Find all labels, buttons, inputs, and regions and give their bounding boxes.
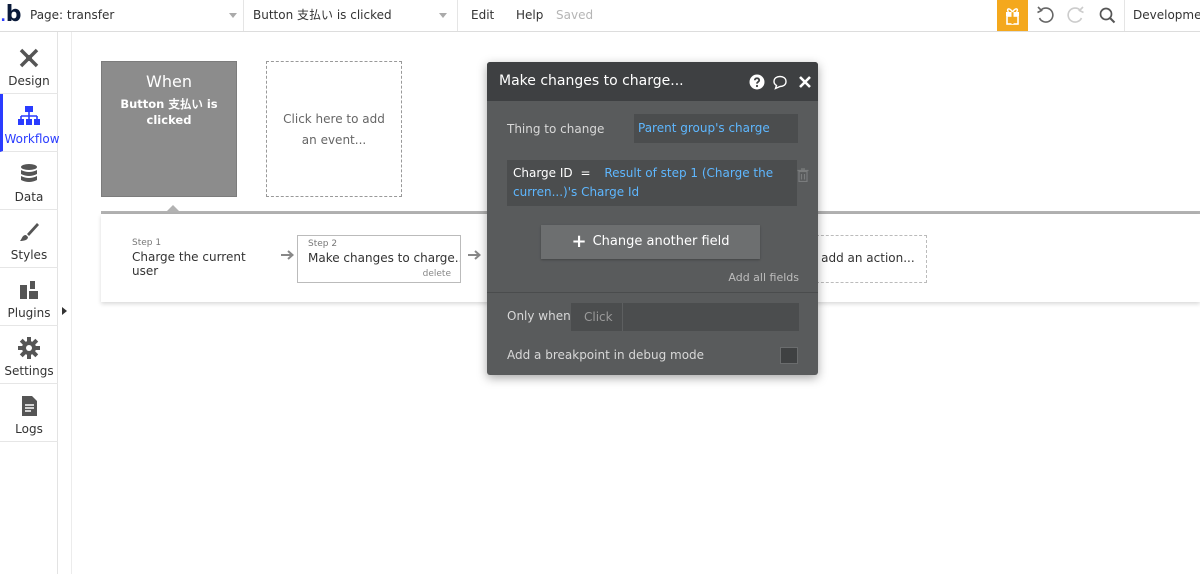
- gift-button[interactable]: [997, 0, 1028, 31]
- arrow-right-icon: [281, 250, 295, 260]
- sidebar-item-label: Workflow: [4, 132, 60, 146]
- close-icon[interactable]: [797, 74, 813, 90]
- step-number: Step 2: [308, 239, 338, 249]
- debug-breakpoint-checkbox[interactable]: [780, 347, 798, 364]
- step-label: Make changes to charge...: [308, 251, 461, 265]
- comment-icon[interactable]: [772, 74, 788, 90]
- left-sidebar: Design Workflow Data Styles Plugins Sett…: [0, 32, 60, 574]
- event-selector[interactable]: Button 支払い is clicked: [244, 0, 458, 31]
- page-selector[interactable]: Page: transfer: [22, 0, 244, 31]
- gear-icon: [18, 337, 40, 359]
- step-2[interactable]: Step 2 Make changes to charge... delete: [297, 235, 461, 283]
- only-when-placeholder: Click: [571, 303, 623, 331]
- only-when-label: Only when: [507, 309, 571, 323]
- add-event-button[interactable]: Click here to add an event...: [266, 61, 402, 197]
- help-icon[interactable]: [749, 74, 765, 90]
- edit-menu[interactable]: Edit: [471, 0, 494, 31]
- search-button[interactable]: [1093, 0, 1123, 31]
- top-bar: .b Page: transfer Button 支払い is clicked …: [0, 0, 1200, 32]
- plus-icon: +: [571, 231, 587, 252]
- sidebar-item-settings[interactable]: Settings: [0, 326, 58, 384]
- change-another-field-label: Change another field: [592, 234, 730, 249]
- event-card-title: When: [146, 72, 192, 91]
- add-all-fields-link[interactable]: Add all fields: [728, 271, 799, 284]
- sidebar-item-label: Settings: [4, 364, 54, 378]
- delete-step-link[interactable]: delete: [423, 269, 451, 279]
- event-card[interactable]: When Button 支払い is clicked: [101, 61, 237, 197]
- add-action-label: Click here to add an action...: [816, 251, 915, 265]
- sidebar-item-workflow[interactable]: Workflow: [0, 94, 60, 152]
- environment-selector[interactable]: Development: [1124, 0, 1200, 31]
- event-selector-label: Button 支払い is clicked: [253, 8, 392, 22]
- chevron-down-icon: [229, 13, 237, 18]
- undo-icon: [1037, 6, 1054, 23]
- document-icon: [22, 396, 37, 416]
- add-action-button[interactable]: Click here to add an action...: [816, 235, 927, 283]
- sidebar-item-label: Data: [14, 190, 44, 204]
- step-label: Charge the current user: [132, 250, 246, 278]
- divider: [487, 292, 818, 293]
- field-assignment-row[interactable]: Charge ID = Result of step 1 (Charge the…: [507, 160, 797, 206]
- sidebar-item-data[interactable]: Data: [0, 152, 58, 210]
- plug-icon: [20, 281, 38, 299]
- database-icon: [21, 164, 37, 182]
- gift-icon: [1006, 8, 1019, 25]
- trash-icon[interactable]: [797, 168, 809, 182]
- thing-to-change-label: Thing to change: [507, 122, 605, 136]
- sidebar-item-label: Design: [8, 74, 50, 88]
- step-1[interactable]: Step 1 Charge the current user: [132, 238, 272, 278]
- page-selector-label: Page: transfer: [30, 8, 115, 22]
- redo-button[interactable]: [1061, 0, 1091, 31]
- sidebar-item-label: Plugins: [7, 306, 51, 320]
- undo-button[interactable]: [1030, 0, 1060, 31]
- bubble-editor: .b Page: transfer Button 支払い is clicked …: [0, 0, 1200, 574]
- panel-header: Make changes to charge...: [487, 62, 818, 101]
- change-another-field-button[interactable]: + Change another field: [541, 225, 760, 259]
- brush-icon: [20, 223, 39, 241]
- design-icon: [19, 48, 39, 68]
- thing-to-change-field[interactable]: Parent group's charge: [634, 114, 798, 143]
- field-name: Charge ID: [513, 166, 573, 180]
- arrow-right-icon: [468, 250, 482, 260]
- sidebar-item-logs[interactable]: Logs: [0, 384, 58, 442]
- sidebar-item-styles[interactable]: Styles: [0, 210, 58, 268]
- chevron-down-icon: [439, 13, 447, 18]
- workflow-icon: [18, 106, 40, 125]
- sidebar-item-label: Styles: [10, 248, 48, 262]
- field-equals: =: [580, 166, 591, 180]
- sidebar-item-plugins[interactable]: Plugins: [0, 268, 58, 326]
- panel-title: Make changes to charge...: [499, 73, 684, 89]
- save-status: Saved: [556, 8, 594, 22]
- sidebar-item-design[interactable]: Design: [0, 36, 58, 94]
- debug-breakpoint-label: Add a breakpoint in debug mode: [507, 348, 705, 362]
- redo-icon: [1067, 6, 1084, 23]
- sidebar-item-label: Logs: [15, 422, 43, 436]
- action-property-panel: Make changes to charge... Thing to chang…: [487, 62, 818, 375]
- search-icon: [1099, 7, 1116, 24]
- bubble-logo[interactable]: .b: [0, 0, 22, 32]
- only-when-field[interactable]: Click: [571, 303, 799, 331]
- plugins-expand-arrow[interactable]: [62, 307, 67, 315]
- divider: [71, 32, 72, 574]
- step-number: Step 1: [132, 238, 162, 248]
- event-card-description: Button 支払い is clicked: [120, 97, 218, 127]
- help-menu[interactable]: Help: [516, 0, 543, 31]
